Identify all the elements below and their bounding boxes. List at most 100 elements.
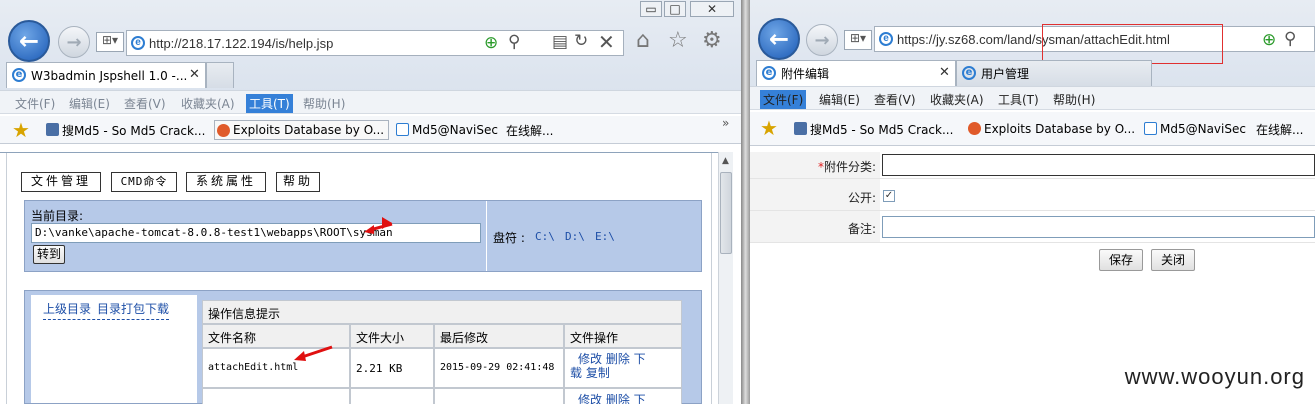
row-divider xyxy=(750,242,1315,243)
category-input[interactable] xyxy=(882,154,1315,176)
back-button[interactable]: ← xyxy=(8,20,50,62)
public-checkbox[interactable]: ✓ xyxy=(883,190,895,202)
forward-button[interactable]: → xyxy=(58,26,90,58)
drive-e-link[interactable]: E:\ xyxy=(595,230,615,243)
settings-gear-icon[interactable]: ⚙ xyxy=(702,28,722,53)
menu-file[interactable]: 文件(F) xyxy=(760,90,807,109)
close-tab-icon[interactable]: ✕ xyxy=(189,67,200,82)
fav-md5[interactable]: 搜Md5 - So Md5 Crack... xyxy=(44,120,205,140)
maximize-button[interactable]: □ xyxy=(664,1,686,17)
row-2-ops[interactable]: 修改 删除 下 xyxy=(564,388,682,404)
remark-input[interactable] xyxy=(882,216,1315,238)
row-divider xyxy=(750,178,1315,179)
compat-icon[interactable]: ⊞▾ xyxy=(96,32,124,52)
scroll-thumb[interactable] xyxy=(720,172,732,254)
ie-tab-icon: e xyxy=(12,68,26,82)
fav-online[interactable]: 在线解... xyxy=(1240,119,1303,139)
favorites-center-icon[interactable]: ★ xyxy=(760,116,778,140)
menu-favorites[interactable]: 收藏夹(A) xyxy=(178,94,238,113)
panel-divider xyxy=(486,201,487,271)
back-button[interactable]: ← xyxy=(758,18,800,60)
search-icon[interactable]: ⚲ xyxy=(508,32,520,52)
goto-button[interactable]: 转到 xyxy=(33,245,65,264)
tab-cmd[interactable]: CMD命令 xyxy=(111,172,177,192)
home-icon[interactable]: ⌂ xyxy=(636,28,650,53)
close-button[interactable]: 关闭 xyxy=(1151,249,1195,271)
row-1-ops-line1[interactable]: 修改 删除 下 xyxy=(570,352,676,366)
menu-view[interactable]: 查看(V) xyxy=(121,94,169,113)
address-url: http://218.17.122.194/is/help.jsp xyxy=(149,35,334,51)
tab-file-manager[interactable]: 文件管理 xyxy=(21,172,101,192)
tab-user-mgmt[interactable]: e 用户管理 xyxy=(956,60,1152,86)
fav-overflow-icon[interactable]: » xyxy=(722,116,729,130)
tab-help[interactable]: 帮助 xyxy=(276,172,320,192)
row-2-modified xyxy=(434,388,564,404)
fav-md5[interactable]: 搜Md5 - So Md5 Crack... xyxy=(792,119,953,139)
close-tab-icon[interactable]: ✕ xyxy=(939,65,950,80)
tab-title: 附件编辑 xyxy=(781,67,830,81)
category-label: *附件分类: xyxy=(780,158,876,175)
save-button[interactable]: 保存 xyxy=(1099,249,1143,271)
scroll-up-icon[interactable]: ▲ xyxy=(722,156,729,166)
rss-icon[interactable]: ▤ xyxy=(552,32,568,52)
col-size: 文件大小 xyxy=(350,324,434,348)
compat-view-icon[interactable]: ⊕ xyxy=(1262,30,1276,50)
search-icon[interactable]: ⚲ xyxy=(1284,29,1296,49)
menu-view[interactable]: 查看(V) xyxy=(871,90,919,109)
drive-d-link[interactable]: D:\ xyxy=(565,230,585,243)
close-window-button[interactable]: ✕ xyxy=(690,1,734,17)
row-2-size xyxy=(350,388,434,404)
menu-file[interactable]: 文件(F) xyxy=(12,94,58,113)
fav-exploitdb[interactable]: Exploits Database by O... xyxy=(214,120,390,140)
menu-favorites[interactable]: 收藏夹(A) xyxy=(927,90,987,109)
fav-label: Exploits Database by O... xyxy=(984,122,1136,136)
menu-edit[interactable]: 编辑(E) xyxy=(816,90,863,109)
pack-download-link[interactable]: 目录打包下载 xyxy=(97,300,169,317)
tab-system-props[interactable]: 系统属性 xyxy=(186,172,266,192)
window-divider xyxy=(741,0,750,404)
fav-navisec[interactable]: Md5@NaviSec xyxy=(394,120,498,140)
ie-page-icon: e xyxy=(131,36,145,50)
fav-online[interactable]: 在线解... xyxy=(490,120,553,140)
exploitdb-icon xyxy=(968,122,981,135)
tab-jspshell[interactable]: e W3badmin Jspshell 1.0 -... ✕ xyxy=(6,62,206,88)
fav-label: Md5@NaviSec xyxy=(412,123,498,137)
minimize-button[interactable]: ▭ xyxy=(640,1,662,17)
menu-help[interactable]: 帮助(H) xyxy=(1050,90,1098,109)
fav-navisec[interactable]: Md5@NaviSec xyxy=(1142,119,1246,139)
tab-attach-edit[interactable]: e 附件编辑 ✕ xyxy=(756,60,956,86)
watermark: www.wooyun.org xyxy=(1124,364,1305,389)
page-icon xyxy=(396,123,409,136)
stop-icon[interactable]: ✕ xyxy=(598,30,615,54)
remark-label: 备注: xyxy=(847,222,876,236)
refresh-icon[interactable]: ↻ xyxy=(574,31,588,51)
page-icon xyxy=(1144,122,1157,135)
category-label-text: 附件分类: xyxy=(823,160,876,174)
favorites-center-icon[interactable]: ★ xyxy=(12,118,30,142)
menu-edit[interactable]: 编辑(E) xyxy=(66,94,113,113)
favorites-star-icon[interactable]: ☆ xyxy=(668,28,688,53)
compat-icon[interactable]: ⊞▾ xyxy=(844,30,872,50)
parent-dir-link[interactable]: 上级目录 xyxy=(43,300,91,317)
fav-exploitdb[interactable]: Exploits Database by O... xyxy=(966,119,1135,139)
drive-c-link[interactable]: C:\ xyxy=(535,230,555,243)
new-tab-button[interactable] xyxy=(206,62,234,88)
md5-icon xyxy=(46,123,59,136)
menu-tools[interactable]: 工具(T) xyxy=(995,90,1042,109)
col-modified: 最后修改 xyxy=(434,324,564,348)
row-1-ops-line2[interactable]: 载 复制 xyxy=(570,366,676,380)
fav-label: Md5@NaviSec xyxy=(1160,122,1246,136)
drives-label: 盘符 : xyxy=(493,231,525,245)
exploitdb-icon xyxy=(217,124,230,137)
current-dir-input[interactable]: D:\vanke\apache-tomcat-8.0.8-test1\webap… xyxy=(31,223,481,243)
col-ops: 文件操作 xyxy=(564,324,682,348)
row-1-ops: 修改 删除 下 载 复制 xyxy=(564,348,682,388)
vertical-scrollbar[interactable]: ▲ xyxy=(718,152,733,404)
address-bar[interactable]: e http://218.17.122.194/is/help.jsp xyxy=(126,30,624,56)
menu-tools[interactable]: 工具(T) xyxy=(246,94,293,113)
row-2-name[interactable] xyxy=(202,388,350,404)
compat-view-icon[interactable]: ⊕ xyxy=(484,33,498,53)
forward-button[interactable]: → xyxy=(806,24,838,56)
menu-help[interactable]: 帮助(H) xyxy=(300,94,348,113)
links-underline xyxy=(43,319,169,320)
